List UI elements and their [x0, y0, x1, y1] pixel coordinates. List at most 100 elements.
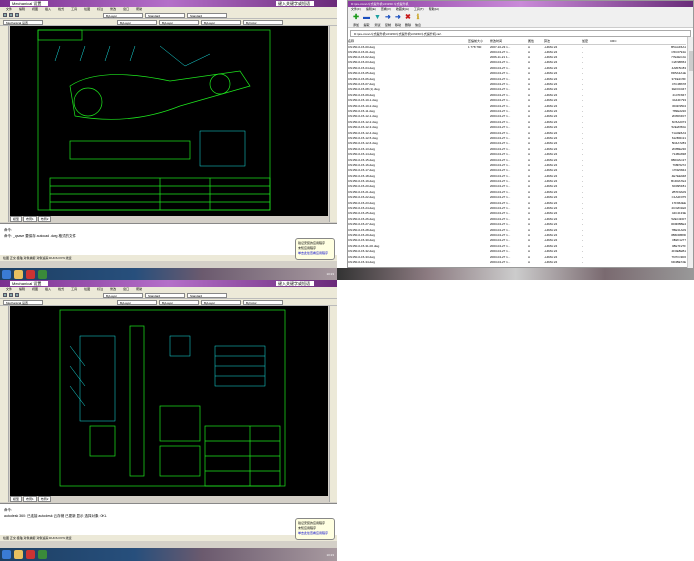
open-icon[interactable]: [9, 13, 13, 17]
tab-model[interactable]: 模型: [10, 496, 23, 502]
tab-layout2[interactable]: 布局2: [37, 496, 52, 502]
draw-toolbar[interactable]: [0, 26, 9, 222]
workspace-field[interactable]: Mechanical 设置: [10, 281, 48, 286]
status-bar[interactable]: 绘图 正交 极轴 对象捕捉 对象追踪 DUCS DYN 线宽: [0, 535, 337, 541]
dim-style-select[interactable]: Standard: [187, 12, 227, 18]
command-line[interactable]: 命令: 命令: _qsave 要保存 autocad .dwg 格式的文件: [0, 223, 337, 255]
menu-item[interactable]: 编辑(E): [366, 7, 376, 12]
lineweight-select[interactable]: ByLayer: [201, 19, 241, 25]
new-icon[interactable]: [3, 293, 7, 297]
workspace-select[interactable]: Mechanical 设置: [3, 19, 43, 25]
menu-item[interactable]: 窗口: [123, 7, 129, 12]
menu-item[interactable]: 帮助: [136, 7, 142, 12]
new-icon[interactable]: [3, 13, 7, 17]
menu-item[interactable]: 插入: [45, 287, 51, 292]
excel-icon[interactable]: [38, 269, 47, 279]
search-field[interactable]: 键入关键字或短语: [276, 1, 314, 6]
status-bar[interactable]: 绘图 正交 极轴 对象捕捉 对象追踪 DUCS DYN 线宽: [0, 255, 337, 261]
scrollbar[interactable]: [687, 37, 693, 268]
layer-select[interactable]: ByLayer: [103, 292, 143, 298]
open-icon[interactable]: [9, 293, 13, 297]
menu-item[interactable]: 文件: [6, 287, 12, 292]
notification-balloon[interactable]: 验证安装的应用程序 未知应用程序 单击此处查看应用程序: [295, 238, 335, 260]
file-cell: 9D4BE72E: [671, 259, 686, 264]
menu-item[interactable]: 视图: [32, 7, 38, 12]
menu-item[interactable]: 工具: [71, 287, 77, 292]
workspace-field[interactable]: Mechanical 设置: [10, 1, 48, 6]
extract-button[interactable]: ▬ 提取: [363, 14, 370, 27]
menu-item[interactable]: 修改: [110, 7, 116, 12]
test-button[interactable]: ▼ 测试: [374, 14, 381, 27]
command-line[interactable]: 命令: autodesk 360: 已连接 autodesk 云存储 已更新 显…: [0, 503, 337, 535]
text-style-select[interactable]: Standard: [145, 292, 185, 298]
drawing-canvas[interactable]: [10, 306, 328, 496]
explorer-icon[interactable]: [14, 269, 23, 279]
tab-layout1[interactable]: 布局1: [23, 496, 37, 502]
menu-item[interactable]: 标注: [97, 287, 103, 292]
save-icon[interactable]: [15, 293, 19, 297]
search-field[interactable]: 键入关键字或短语: [276, 281, 314, 286]
text-style-select[interactable]: Standard: [145, 12, 185, 18]
explorer-icon[interactable]: [14, 550, 23, 559]
menu-item[interactable]: 文件: [6, 7, 12, 12]
drawing-canvas[interactable]: [10, 26, 328, 216]
scrollbar-thumb[interactable]: [689, 51, 693, 71]
color-select[interactable]: ByLayer: [117, 299, 157, 305]
save-icon[interactable]: [15, 13, 19, 17]
toolbar-label: 提取: [363, 23, 370, 27]
menu-item[interactable]: 标注: [97, 7, 103, 12]
menu-item[interactable]: 视图: [32, 287, 38, 292]
start-icon[interactable]: [2, 550, 11, 559]
workspace-select[interactable]: Mechanical 设置: [3, 299, 43, 305]
balloon-link[interactable]: 单击此处查看应用程序: [298, 531, 332, 536]
file-row[interactable]: CN150-0-15-34.dwg 2003-04-27 1... A -LZMA:2…: [348, 260, 686, 265]
linetype-select[interactable]: ByLayer: [159, 19, 199, 25]
add-icon: ✚: [353, 14, 359, 21]
menu-item[interactable]: 文件(F): [351, 7, 361, 12]
menu-item[interactable]: 格式: [58, 7, 64, 12]
delete-button[interactable]: ✖ 删除: [405, 14, 411, 27]
tab-layout1[interactable]: 布局1: [23, 216, 37, 222]
menu-item[interactable]: 绘图: [84, 287, 90, 292]
tab-layout2[interactable]: 布局2: [37, 216, 52, 222]
menu-item[interactable]: 格式: [58, 287, 64, 292]
menu-item[interactable]: 收藏夹(A): [396, 7, 409, 12]
menu-item[interactable]: 窗口: [123, 287, 129, 292]
lineweight-select[interactable]: ByLayer: [201, 299, 241, 305]
copy-button[interactable]: ➜ 复制: [385, 14, 391, 27]
excel-icon[interactable]: [38, 550, 47, 559]
dim-style-select[interactable]: Standard: [187, 292, 227, 298]
clock[interactable]: 10:23: [326, 553, 337, 557]
info-button[interactable]: ℹ 信息: [415, 14, 421, 27]
move-button[interactable]: ➜ 移动: [395, 14, 401, 27]
menu-item[interactable]: 工具(T): [414, 7, 424, 12]
toolbar-label: 添加: [353, 23, 360, 27]
menu-item[interactable]: 编辑: [19, 7, 25, 12]
add-button[interactable]: ✚ 添加: [353, 14, 360, 27]
address-bar[interactable]: D:\pre-zone\斗式提升机\CN150斗式提升机\CN150斗式提升机.…: [350, 30, 691, 37]
properties-toolbar: Mechanical 设置 ByLayer ByLayer ByLayer By…: [0, 19, 337, 26]
menu-item[interactable]: 帮助: [136, 287, 142, 292]
autocad-icon[interactable]: [26, 269, 35, 279]
menu-item[interactable]: 绘图: [84, 7, 90, 12]
menu-item[interactable]: 编辑: [19, 287, 25, 292]
autocad-icon[interactable]: [26, 550, 35, 559]
linetype-select[interactable]: ByLayer: [159, 299, 199, 305]
modify-toolbar[interactable]: [329, 26, 337, 222]
layer-select[interactable]: ByLayer: [103, 12, 143, 18]
tab-model[interactable]: 模型: [10, 216, 23, 222]
plotstyle-select[interactable]: ByColor: [243, 19, 283, 25]
clock[interactable]: 10:23: [326, 272, 337, 276]
menu-item[interactable]: 帮助(H): [429, 7, 439, 12]
draw-toolbar[interactable]: [0, 306, 9, 502]
menu-item[interactable]: 修改: [110, 287, 116, 292]
color-select[interactable]: ByLayer: [117, 19, 157, 25]
plotstyle-select[interactable]: ByColor: [243, 299, 283, 305]
menu-item[interactable]: 插入: [45, 7, 51, 12]
start-icon[interactable]: [2, 269, 11, 279]
menu-item[interactable]: 查看(V): [381, 7, 391, 12]
notification-balloon[interactable]: 验证安装的应用程序 未知应用程序 单击此处查看应用程序: [295, 518, 335, 540]
modify-toolbar[interactable]: [329, 306, 337, 502]
balloon-link[interactable]: 单击此处查看应用程序: [298, 251, 332, 256]
menu-item[interactable]: 工具: [71, 7, 77, 12]
